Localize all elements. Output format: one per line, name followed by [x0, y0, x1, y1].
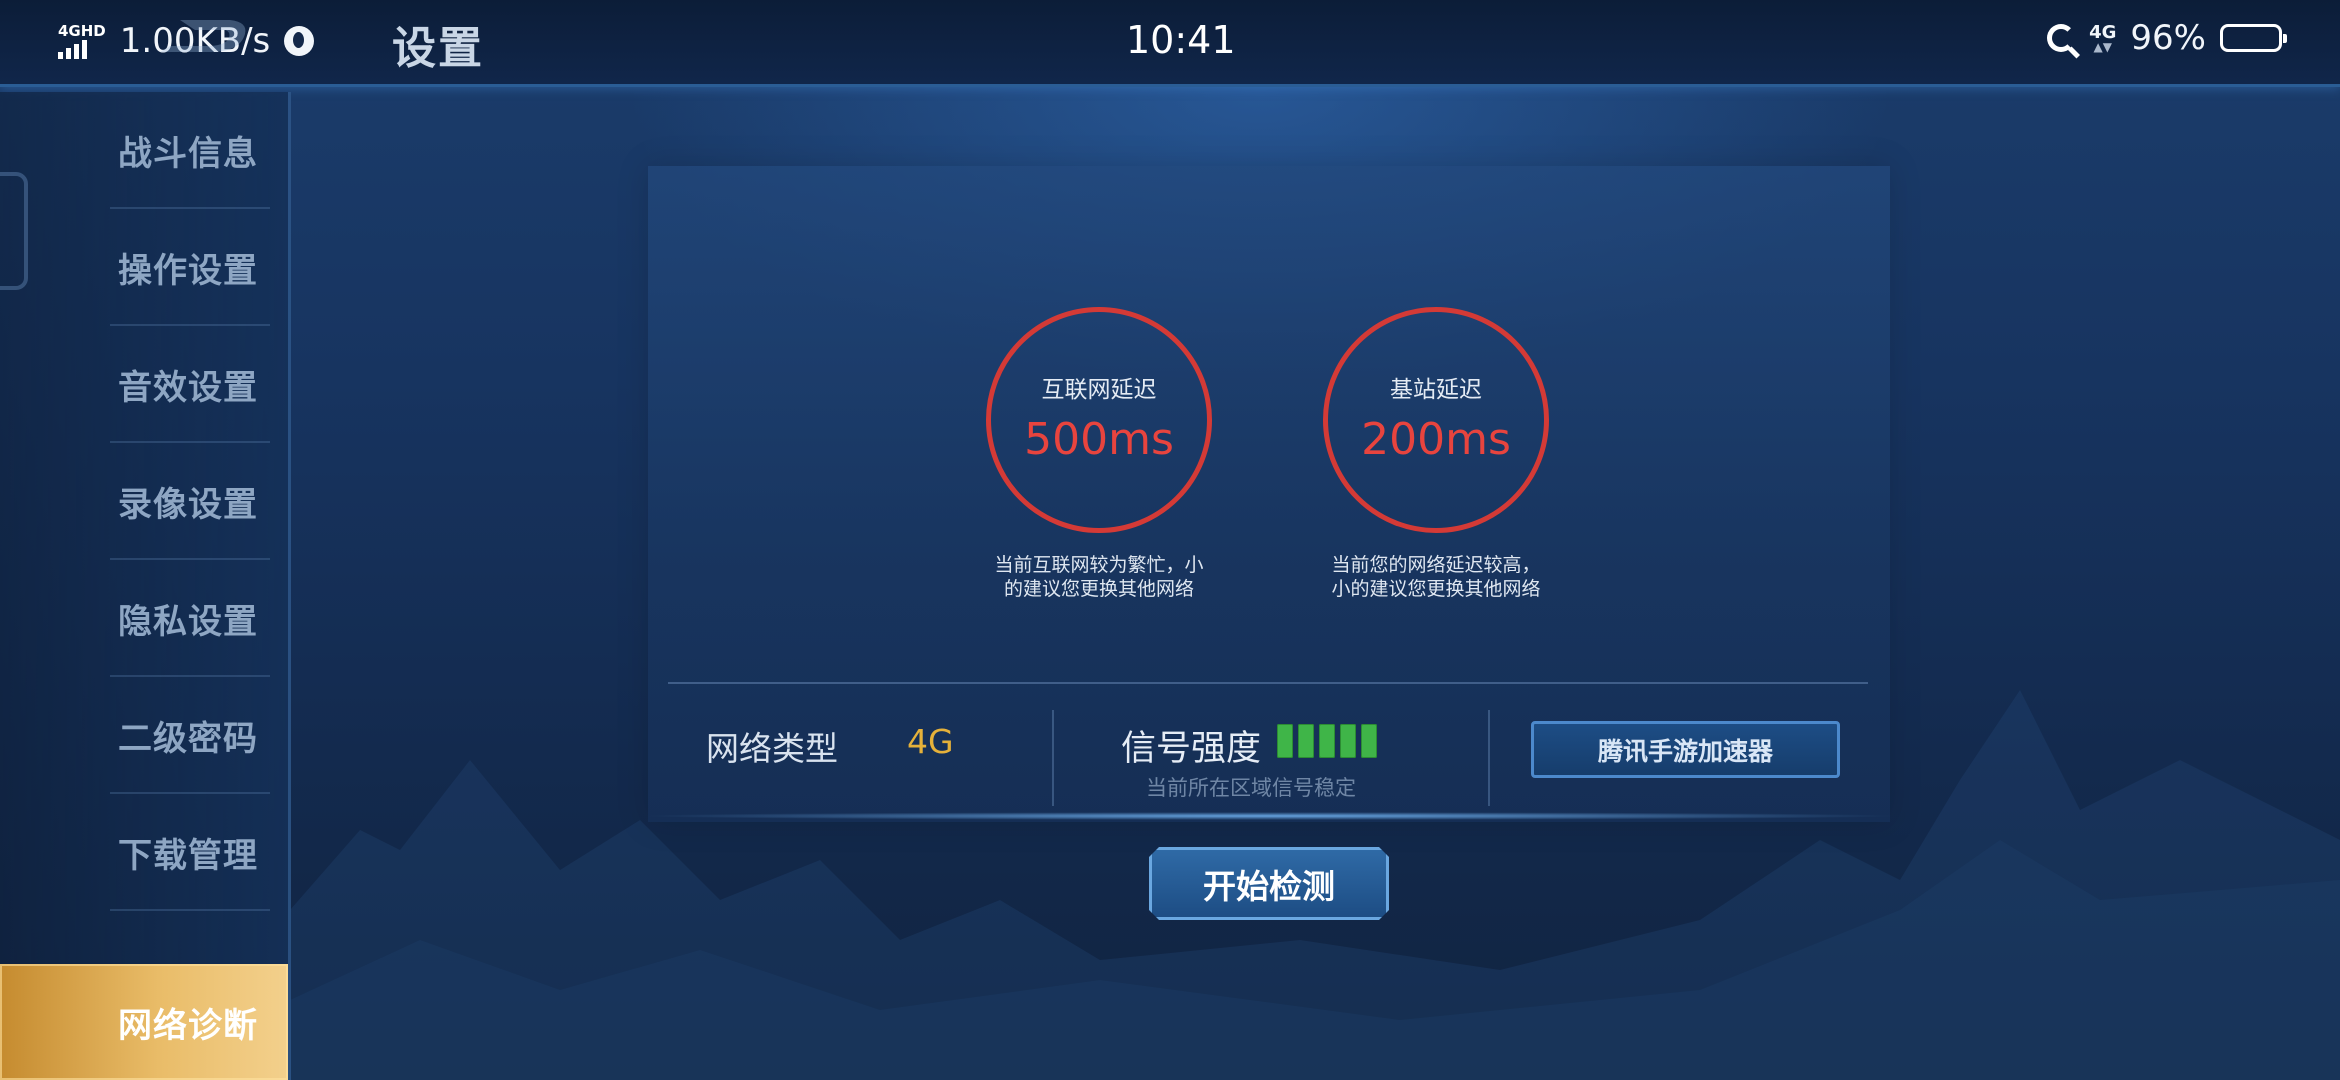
- panel-glow-line: [640, 812, 1900, 820]
- sidebar-item-label: 音效设置: [118, 368, 258, 408]
- signal-bar: [1319, 724, 1335, 758]
- status-right: 4G ▲▼ 96%: [2047, 18, 2287, 58]
- divider-horizontal: [668, 682, 1868, 684]
- advice-line: 小的建议您更换其他网络: [1331, 578, 1541, 600]
- network-type-value: 4G: [907, 722, 954, 761]
- base-station-latency-value: 200ms: [1361, 413, 1511, 465]
- sidebar-item-label: 录像设置: [118, 485, 258, 525]
- tencent-accelerator-button[interactable]: 腾讯手游加速器: [1531, 721, 1840, 778]
- globe-icon: [284, 26, 315, 56]
- sidebar-item-label: 二级密码: [118, 719, 258, 759]
- page-title: 设置: [392, 23, 484, 74]
- divider-vertical: [1488, 710, 1490, 806]
- advice-line: 当前您的网络延迟较高，: [1331, 554, 1541, 576]
- screen-rotation-icon: [2047, 24, 2076, 52]
- sidebar-item-replay[interactable]: 录像设置: [0, 443, 288, 560]
- signal-bar: [1277, 724, 1293, 758]
- signal-strength-bars-icon: [1277, 724, 1377, 758]
- sidebar-item-label: 下载管理: [118, 836, 258, 876]
- signal-strength-label: 信号强度: [1121, 729, 1262, 769]
- cellular-signal-icon: 4GHD: [58, 21, 106, 59]
- sidebar-item-label: 隐私设置: [118, 602, 258, 642]
- advice-line: 当前互联网较为繁忙，小: [994, 554, 1204, 576]
- sidebar-item-label: 战斗信息: [118, 134, 258, 174]
- sidebar-item-label: 操作设置: [118, 251, 258, 291]
- sidebar-item-privacy[interactable]: 隐私设置: [0, 560, 288, 677]
- network-tag: 4GHD: [58, 21, 106, 40]
- logo-watermark-icon: [160, 20, 246, 52]
- divider-vertical: [1052, 710, 1054, 806]
- signal-bar: [1298, 724, 1314, 758]
- internet-latency-value: 500ms: [1024, 413, 1174, 465]
- battery-icon: [2220, 24, 2287, 52]
- mobile-network-icon: 4G ▲▼: [2089, 22, 2117, 54]
- screen: 4GHD 1.00KB/s 设置 10:41 4G ▲▼ 96% 战斗信息 操作…: [0, 0, 2340, 1080]
- battery-percent: 96%: [2130, 18, 2206, 58]
- clock: 10:41: [1126, 18, 1236, 62]
- signal-status-text: 当前所在区域信号稳定: [1146, 776, 1356, 800]
- sidebar-item-controls[interactable]: 操作设置: [0, 209, 288, 326]
- base-station-latency-ring: 基站延迟 200ms: [1323, 307, 1549, 533]
- sidebar-item-sound[interactable]: 音效设置: [0, 326, 288, 443]
- sidebar-item-label: 网络诊断: [118, 1005, 258, 1046]
- advice-line: 的建议您更换其他网络: [1003, 578, 1194, 600]
- sidebar-item-network-diagnosis[interactable]: 网络诊断: [0, 964, 288, 1080]
- settings-sidebar: 战斗信息 操作设置 音效设置 录像设置 隐私设置 二级密码 下载管理 网络诊断: [0, 92, 291, 1080]
- base-station-latency-advice: 当前您的网络延迟较高， 小的建议您更换其他网络: [1316, 553, 1556, 601]
- sidebar-item-downloads[interactable]: 下载管理: [0, 794, 288, 911]
- sidebar-item-battle-info[interactable]: 战斗信息: [0, 92, 288, 209]
- internet-latency-ring: 互联网延迟 500ms: [986, 307, 1212, 533]
- sidebar-item-secondary-password[interactable]: 二级密码: [0, 677, 288, 794]
- internet-latency-advice: 当前互联网较为繁忙，小 的建议您更换其他网络: [979, 553, 1219, 601]
- signal-bar: [1340, 724, 1356, 758]
- base-station-latency-label: 基站延迟: [1390, 376, 1482, 403]
- signal-bar: [1361, 724, 1377, 758]
- start-detection-button[interactable]: 开始检测: [1149, 847, 1389, 920]
- internet-latency-label: 互联网延迟: [1041, 376, 1157, 403]
- network-type-label: 网络类型: [706, 729, 838, 768]
- status-bar: 4GHD 1.00KB/s 设置 10:41 4G ▲▼ 96%: [0, 0, 2340, 87]
